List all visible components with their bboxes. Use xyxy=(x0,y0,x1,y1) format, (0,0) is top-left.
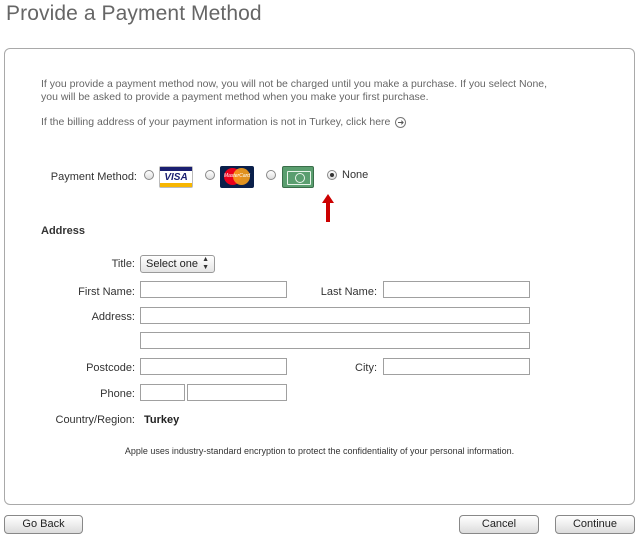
circle-arrow-right-icon[interactable]: ➜ xyxy=(395,116,407,128)
address-line1-field[interactable] xyxy=(140,307,530,324)
postcode-field[interactable] xyxy=(140,358,287,375)
phone-number-field[interactable] xyxy=(187,384,287,401)
stepper-arrows-icon: ▲ ▼ xyxy=(202,256,209,271)
last-name-field[interactable] xyxy=(383,281,530,298)
amex-logo xyxy=(282,166,314,188)
page-title: Provide a Payment Method xyxy=(6,2,262,25)
mastercard-logo-text: MasterCard xyxy=(223,173,251,179)
city-label: City: xyxy=(355,362,377,374)
payment-method-label: Payment Method: xyxy=(50,171,137,183)
title-select-value: Select one xyxy=(146,258,198,270)
visa-logo-text: VISA xyxy=(164,172,188,183)
title-select[interactable]: Select one ▲ ▼ xyxy=(140,255,215,273)
first-name-label: First Name: xyxy=(78,286,135,298)
address-label: Address: xyxy=(91,311,135,323)
billing-address-text: If the billing address of your payment i… xyxy=(41,116,391,128)
address-heading: Address xyxy=(41,225,86,237)
payment-form-panel: If you provide a payment method now, you… xyxy=(4,48,635,505)
red-up-arrow-icon xyxy=(322,194,334,222)
amex-radio[interactable] xyxy=(266,170,276,180)
visa-radio[interactable] xyxy=(144,170,154,180)
cancel-button[interactable]: Cancel xyxy=(459,515,539,534)
visa-logo: VISA xyxy=(159,166,193,188)
mastercard-logo: MasterCard xyxy=(220,166,254,188)
phone-area-code-field[interactable] xyxy=(140,384,185,401)
none-label: None xyxy=(342,169,369,181)
country-value: Turkey xyxy=(144,414,180,426)
none-radio[interactable] xyxy=(327,170,337,180)
intro-text: If you provide a payment method now, you… xyxy=(41,78,548,103)
phone-label: Phone: xyxy=(100,388,135,400)
last-name-label: Last Name: xyxy=(320,286,377,298)
city-field[interactable] xyxy=(383,358,530,375)
mastercard-radio[interactable] xyxy=(205,170,215,180)
security-note: Apple uses industry-standard encryption … xyxy=(124,446,515,456)
continue-button[interactable]: Continue xyxy=(555,515,635,534)
title-label: Title: xyxy=(111,258,135,270)
postcode-label: Postcode: xyxy=(86,362,135,374)
address-line2-field[interactable] xyxy=(140,332,530,349)
billing-address-line: If the billing address of your payment i… xyxy=(41,116,407,128)
first-name-field[interactable] xyxy=(140,281,287,298)
go-back-button[interactable]: Go Back xyxy=(4,515,83,534)
country-label: Country/Region: xyxy=(55,414,136,426)
